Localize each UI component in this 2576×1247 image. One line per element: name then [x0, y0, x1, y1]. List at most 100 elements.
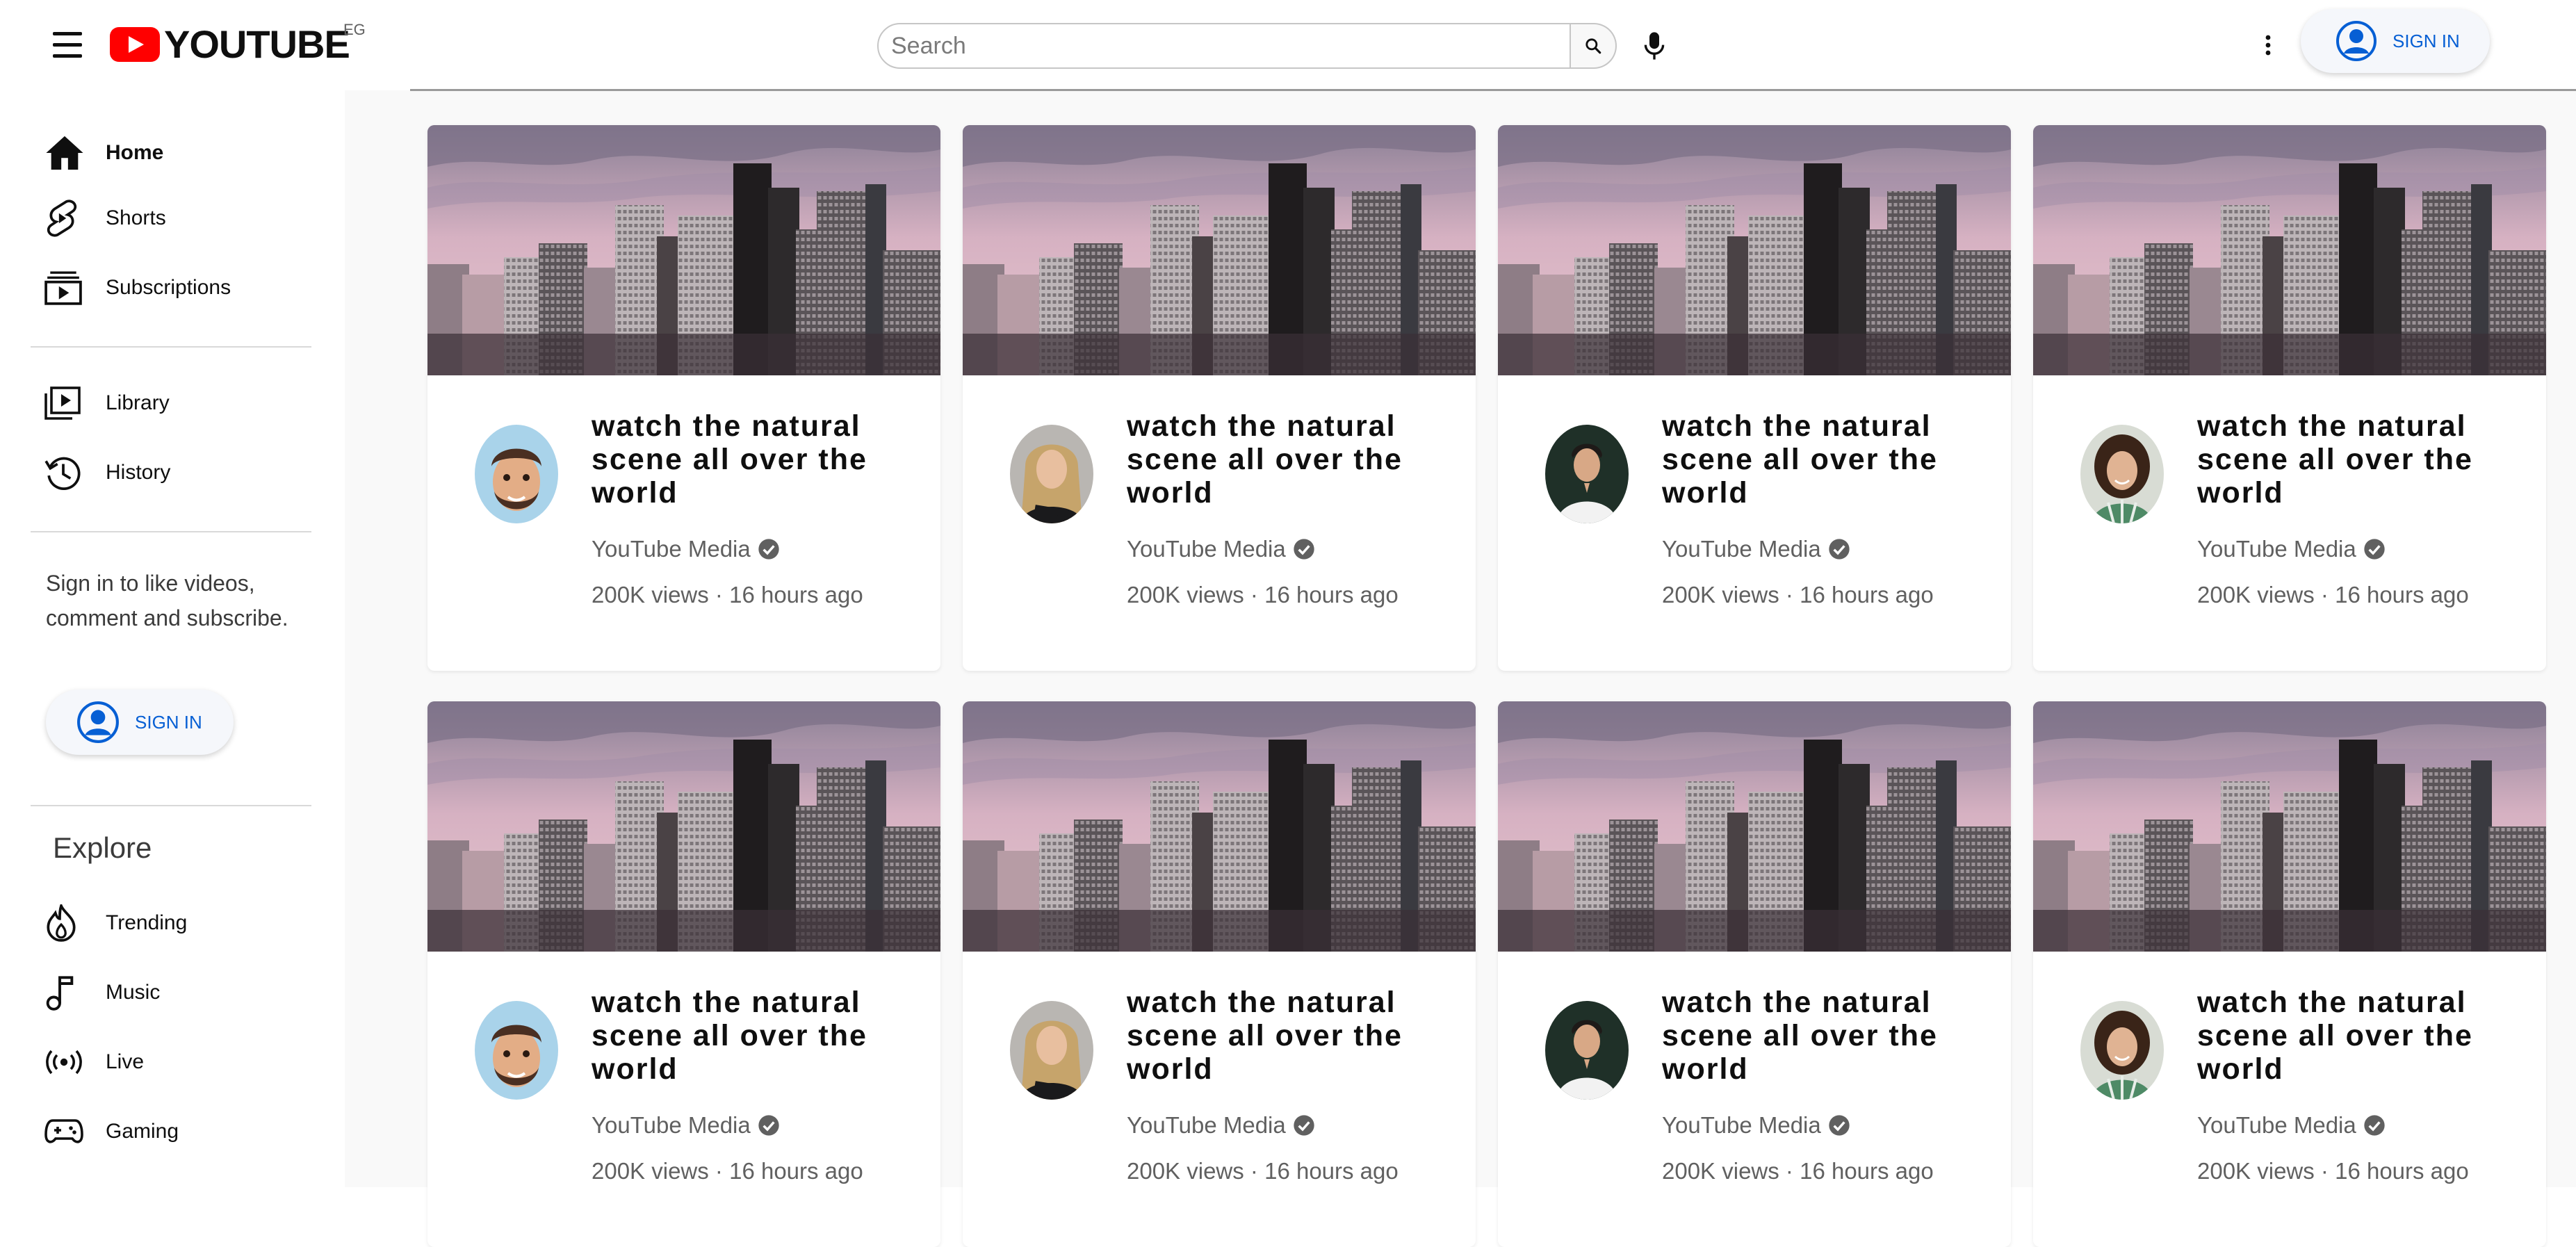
sidebar-item-home[interactable]: Home	[31, 125, 323, 181]
sidebar-item-label: Home	[106, 141, 164, 164]
video-title[interactable]: watch the natural scene all over the wor…	[1662, 986, 1968, 1086]
channel-avatar[interactable]	[475, 1001, 558, 1100]
history-icon	[44, 457, 81, 491]
sign-in-label: SIGN IN	[2392, 30, 2460, 51]
channel-name[interactable]: YouTube Media	[592, 1112, 751, 1139]
upload-age: 16 hours ago	[1264, 582, 1399, 608]
video-thumbnail[interactable]	[2033, 125, 2546, 375]
video-meta: 200K views · 16 hours ago	[1127, 582, 1399, 608]
video-thumbnail[interactable]	[963, 701, 1476, 952]
video-card[interactable]: watch the natural scene all over the wor…	[963, 125, 1476, 671]
channel-avatar[interactable]	[2080, 425, 2164, 523]
channel-name[interactable]: YouTube Media	[1662, 536, 1821, 562]
video-thumbnail[interactable]	[963, 125, 1476, 375]
channel-name-row: YouTube Media	[2197, 536, 2386, 562]
video-card[interactable]: watch the natural scene all over the wor…	[2033, 701, 2546, 1247]
live-icon	[46, 1050, 82, 1075]
video-thumbnail[interactable]	[427, 701, 940, 952]
country-code: EG	[343, 21, 366, 38]
video-card[interactable]: watch the natural scene all over the wor…	[427, 125, 940, 671]
channel-name[interactable]: YouTube Media	[2197, 1112, 2356, 1139]
sidebar-item-shorts[interactable]: Shorts	[31, 190, 323, 246]
sidebar-item-label: Subscriptions	[106, 276, 231, 299]
explore-heading: Explore	[53, 831, 152, 864]
video-card[interactable]: watch the natural scene all over the wor…	[1498, 125, 2011, 671]
sidebar-item-label: Shorts	[106, 206, 166, 229]
sidebar-divider	[31, 531, 311, 532]
video-meta: 200K views · 16 hours ago	[592, 1158, 863, 1184]
sidebar-gutter	[345, 90, 410, 1187]
channel-avatar[interactable]	[2080, 1001, 2164, 1100]
channel-avatar[interactable]	[1545, 425, 1629, 523]
video-meta: 200K views · 16 hours ago	[2197, 582, 2469, 608]
channel-name-row: YouTube Media	[1662, 1112, 1850, 1139]
view-count: 200K views	[592, 1158, 709, 1184]
sidebar-divider	[31, 346, 311, 348]
library-icon	[44, 386, 81, 420]
video-thumbnail[interactable]	[1498, 125, 2011, 375]
channel-avatar[interactable]	[1010, 425, 1093, 523]
sidebar-item-subscriptions[interactable]: Subscriptions	[31, 260, 323, 316]
video-thumbnail[interactable]	[2033, 701, 2546, 952]
view-count: 200K views	[2197, 1158, 2315, 1184]
video-card[interactable]: watch the natural scene all over the wor…	[427, 701, 940, 1247]
sidebar-item-live[interactable]: Live	[31, 1034, 323, 1090]
video-card[interactable]: watch the natural scene all over the wor…	[963, 701, 1476, 1247]
channel-avatar[interactable]	[1010, 1001, 1093, 1100]
upload-age: 16 hours ago	[2335, 1158, 2469, 1184]
sidebar-item-music[interactable]: Music	[31, 965, 323, 1020]
channel-name-row: YouTube Media	[1127, 1112, 1315, 1139]
channel-name[interactable]: YouTube Media	[1127, 536, 1286, 562]
video-title[interactable]: watch the natural scene all over the wor…	[592, 409, 897, 510]
channel-name-row: YouTube Media	[592, 1112, 780, 1139]
channel-name[interactable]: YouTube Media	[592, 536, 751, 562]
trending-icon	[47, 904, 76, 942]
search-input[interactable]	[877, 23, 1571, 69]
view-count: 200K views	[1662, 582, 1779, 608]
video-meta: 200K views · 16 hours ago	[592, 582, 863, 608]
channel-name[interactable]: YouTube Media	[1127, 1112, 1286, 1139]
header-sign-in-button[interactable]: SIGN IN	[2301, 9, 2490, 73]
menu-icon[interactable]	[47, 28, 88, 63]
video-title[interactable]: watch the natural scene all over the wor…	[1127, 986, 1433, 1086]
channel-avatar[interactable]	[475, 425, 558, 523]
more-options-button[interactable]	[2252, 29, 2284, 61]
upload-age: 16 hours ago	[729, 1158, 863, 1184]
sidebar-item-library[interactable]: Library	[31, 375, 323, 431]
video-thumbnail[interactable]	[427, 125, 940, 375]
channel-avatar[interactable]	[1545, 1001, 1629, 1100]
verified-check-icon	[1294, 1115, 1314, 1136]
sign-in-label: SIGN IN	[135, 711, 202, 733]
sign-in-prompt: Sign in to like videos, comment and subs…	[46, 571, 288, 630]
view-count: 200K views	[1662, 1158, 1779, 1184]
channel-name[interactable]: YouTube Media	[2197, 536, 2356, 562]
video-meta: 200K views · 16 hours ago	[1662, 582, 1934, 608]
view-count: 200K views	[2197, 582, 2315, 608]
voice-search-button[interactable]	[1635, 26, 1674, 65]
sidebar-divider	[31, 805, 311, 806]
sidebar-sign-in-button[interactable]: SIGN IN	[46, 690, 234, 755]
verified-check-icon	[758, 539, 779, 560]
sidebar-item-label: Trending	[106, 911, 188, 934]
video-meta: 200K views · 16 hours ago	[1662, 1158, 1934, 1184]
video-title[interactable]: watch the natural scene all over the wor…	[1662, 409, 1968, 510]
sidebar	[0, 90, 345, 1187]
video-title[interactable]: watch the natural scene all over the wor…	[2197, 409, 2503, 510]
sidebar-item-trending[interactable]: Trending	[31, 895, 323, 951]
video-thumbnail[interactable]	[1498, 701, 2011, 952]
sidebar-item-label: Library	[106, 391, 170, 414]
microphone-icon	[1644, 32, 1665, 60]
video-title[interactable]: watch the natural scene all over the wor…	[2197, 986, 2503, 1086]
video-title[interactable]: watch the natural scene all over the wor…	[1127, 409, 1433, 510]
youtube-logo[interactable]: YOUTUBE	[110, 25, 350, 64]
sidebar-item-gaming[interactable]: Gaming	[31, 1104, 323, 1159]
gaming-icon	[44, 1119, 83, 1143]
sidebar-item-label: Music	[106, 981, 161, 1004]
video-card[interactable]: watch the natural scene all over the wor…	[2033, 125, 2546, 671]
channel-name[interactable]: YouTube Media	[1662, 1112, 1821, 1139]
search-button[interactable]	[1571, 23, 1617, 69]
sidebar-item-history[interactable]: History	[31, 445, 323, 500]
shorts-icon	[47, 199, 77, 237]
video-title[interactable]: watch the natural scene all over the wor…	[592, 986, 897, 1086]
video-card[interactable]: watch the natural scene all over the wor…	[1498, 701, 2011, 1247]
